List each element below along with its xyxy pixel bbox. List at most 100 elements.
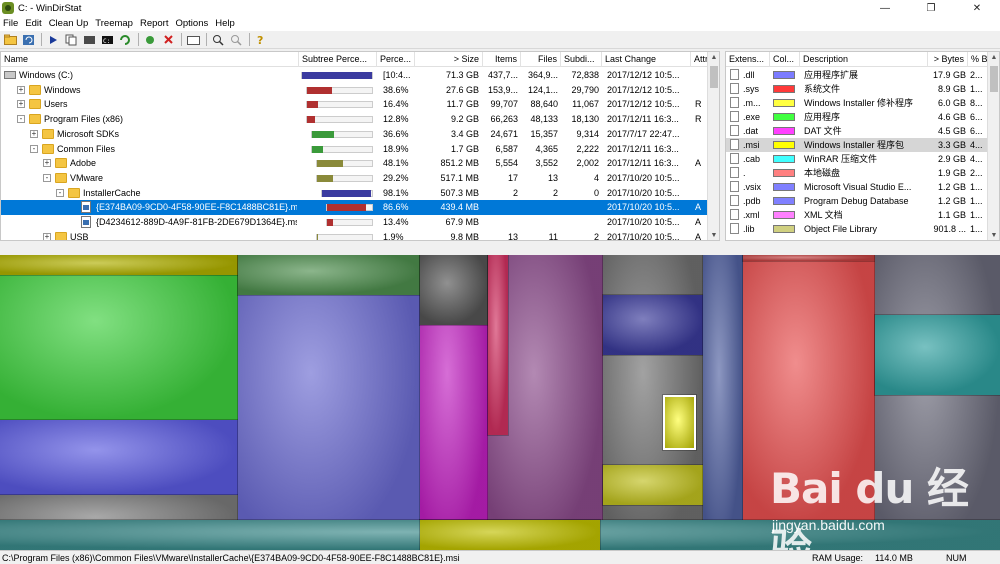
column-last-change[interactable]: Last Change <box>602 52 691 67</box>
collapse-icon[interactable]: - <box>56 188 64 197</box>
column-color[interactable]: Col... <box>770 52 800 67</box>
scroll-up-icon[interactable]: ▲ <box>708 52 719 64</box>
extension-row[interactable]: .cab WinRAR 压缩文件 2.9 GB 4... <box>726 152 988 166</box>
delete-icon[interactable] <box>160 32 176 47</box>
extension-row[interactable]: . 本地磁盘 1.9 GB 2... <box>726 166 988 180</box>
treemap-block[interactable] <box>874 314 1000 396</box>
column-subtree-percent[interactable]: Subtree Perce... <box>299 52 377 67</box>
column-attributes[interactable]: Attr <box>691 52 708 67</box>
tree-row[interactable]: -Windows (C:)[10:4...71.3 GB437,7...364,… <box>1 68 707 83</box>
expand-icon[interactable]: + <box>17 100 25 109</box>
menu-treemap[interactable]: Treemap <box>92 18 137 29</box>
treemap-block[interactable] <box>237 255 421 550</box>
tree-row[interactable]: - Program Files (x86) 12.8% 9.2 GB 66,263 48,… <box>1 112 707 127</box>
collapse-icon[interactable]: - <box>17 115 25 124</box>
treemap-block[interactable] <box>874 255 1000 550</box>
play-icon[interactable] <box>45 32 61 47</box>
refresh-selected-icon[interactable] <box>117 32 133 47</box>
scrollbar-thumb[interactable] <box>990 66 998 92</box>
column-items[interactable]: Items <box>483 52 521 67</box>
extension-row[interactable]: .xml XML 文档 1.1 GB 1... <box>726 208 988 222</box>
extension-row[interactable]: .lib Object File Library 901.8 ... 1... <box>726 222 988 236</box>
tree-vertical-scrollbar[interactable]: ▲ ▼ <box>707 52 719 240</box>
open-folder-icon[interactable] <box>2 32 18 47</box>
attr-cell <box>695 186 707 201</box>
maximize-button[interactable]: ❐ <box>908 0 954 16</box>
expand-icon[interactable]: + <box>43 232 51 240</box>
expand-icon[interactable]: + <box>17 85 25 94</box>
new-folder-icon[interactable] <box>185 32 201 47</box>
extension-row[interactable]: .vsix Microsoft Visual Studio E... 1.2 GB 1… <box>726 180 988 194</box>
file-type-icon <box>730 223 739 234</box>
treemap-block[interactable] <box>742 255 876 262</box>
treemap-block[interactable] <box>742 255 876 526</box>
copy-icon[interactable] <box>63 32 79 47</box>
menu-clean-up[interactable]: Clean Up <box>46 18 93 29</box>
treemap-block[interactable] <box>0 255 239 276</box>
tree-row[interactable]: - InstallerCache 98.1% 507.3 MB 2 2 0 2017/10/2… <box>1 186 707 201</box>
extension-row[interactable]: .dat DAT 文件 4.5 GB 6... <box>726 124 988 138</box>
tree-row[interactable]: - VMware 29.2% 517.1 MB 17 13 4 2017/10/20 10:5… <box>1 171 707 186</box>
treemap-block[interactable] <box>0 255 239 421</box>
collapse-icon[interactable]: - <box>30 144 38 153</box>
zoom-in-icon[interactable] <box>210 32 226 47</box>
menu-help[interactable]: Help <box>212 18 239 29</box>
extension-row[interactable]: .exe 应用程序 4.6 GB 6... <box>726 110 988 124</box>
expand-icon[interactable]: + <box>43 159 51 168</box>
column-percent[interactable]: Perce... <box>377 52 415 67</box>
recycle-icon[interactable] <box>142 32 158 47</box>
menu-edit[interactable]: Edit <box>22 18 45 29</box>
treemap-block[interactable] <box>602 294 704 356</box>
treemap-block[interactable] <box>419 255 489 326</box>
extension-row[interactable]: .sys 系统文件 8.9 GB 1... <box>726 82 988 96</box>
subdirs-cell <box>561 200 599 215</box>
scroll-down-icon[interactable]: ▼ <box>708 230 719 240</box>
refresh-icon[interactable] <box>20 32 36 47</box>
scrollbar-thumb[interactable] <box>710 66 718 88</box>
tree-row[interactable]: + USB 1.9% 9.8 MB 13 11 2 2017/10/20 10:5... A <box>1 230 707 240</box>
scroll-down-icon[interactable]: ▼ <box>988 230 999 240</box>
collapse-icon[interactable]: - <box>43 173 51 182</box>
treemap-block[interactable] <box>237 255 421 296</box>
treemap-block[interactable] <box>487 255 509 436</box>
cut-icon[interactable] <box>81 32 97 47</box>
tree-row[interactable]: + Adobe 48.1% 851.2 MB 5,554 3,552 2,002 2017/1… <box>1 156 707 171</box>
column-bytes[interactable]: > Bytes <box>928 52 968 67</box>
terminal-icon[interactable]: C: <box>99 32 115 47</box>
treemap-block[interactable] <box>419 519 601 550</box>
extension-row[interactable]: .dll 应用程序扩展 17.9 GB 2... <box>726 68 988 82</box>
tree-row[interactable]: + Microsoft SDKs 36.6% 3.4 GB 24,671 15,357 9,… <box>1 127 707 142</box>
treemap-block[interactable] <box>602 464 704 506</box>
directory-tree-pane[interactable]: Name Subtree Perce... Perce... > Size It… <box>0 51 720 241</box>
minimize-button[interactable]: — <box>862 0 908 16</box>
pane-splitter[interactable] <box>0 242 1000 255</box>
tree-row[interactable]: {E374BA09-9CD0-4F58-90EE-F8C1488BC81E}.m… <box>1 200 707 215</box>
zoom-out-icon[interactable] <box>228 32 244 47</box>
column-files[interactable]: Files <box>521 52 561 67</box>
column-name[interactable]: Name <box>1 52 299 67</box>
expand-icon[interactable]: + <box>30 129 38 138</box>
extension-row[interactable]: .msi Windows Installer 程序包 3.3 GB 4... <box>726 138 988 152</box>
column-extension[interactable]: Extens... <box>726 52 770 67</box>
close-button[interactable]: ✕ <box>954 0 1000 16</box>
menu-file[interactable]: File <box>0 18 22 29</box>
treemap-view[interactable] <box>0 255 1000 550</box>
scroll-up-icon[interactable]: ▲ <box>988 52 999 64</box>
menu-report[interactable]: Report <box>137 18 173 29</box>
column-subdirs[interactable]: Subdi... <box>561 52 602 67</box>
extension-vertical-scrollbar[interactable]: ▲ ▼ <box>987 52 999 240</box>
folder-icon <box>55 172 67 183</box>
tree-row[interactable]: {D4234612-889D-4A9F-81FB-2DE679D1364E}.m… <box>1 215 707 230</box>
extension-list-pane[interactable]: Extens... Col... Description > Bytes % B… <box>725 51 1000 241</box>
treemap-block[interactable] <box>702 255 744 550</box>
tree-row[interactable]: - Common Files 18.9% 1.7 GB 6,587 4,365 2,222 2… <box>1 142 707 157</box>
tree-row[interactable]: + Users 16.4% 11.7 GB 99,707 88,640 11,067 2017… <box>1 97 707 112</box>
extension-row[interactable]: .m... Windows Installer 修补程序 6.0 GB 8... <box>726 96 988 110</box>
tree-row[interactable]: + Windows 38.6% 27.6 GB 153,9... 124,1... 29,7… <box>1 83 707 98</box>
help-icon[interactable]: ? <box>253 32 269 47</box>
column-description[interactable]: Description <box>800 52 928 67</box>
column-size[interactable]: > Size <box>415 52 483 67</box>
extension-row[interactable]: .pdb Program Debug Database 1.2 GB 1... <box>726 194 988 208</box>
treemap-block[interactable] <box>0 419 239 496</box>
menu-options[interactable]: Options <box>172 18 212 29</box>
